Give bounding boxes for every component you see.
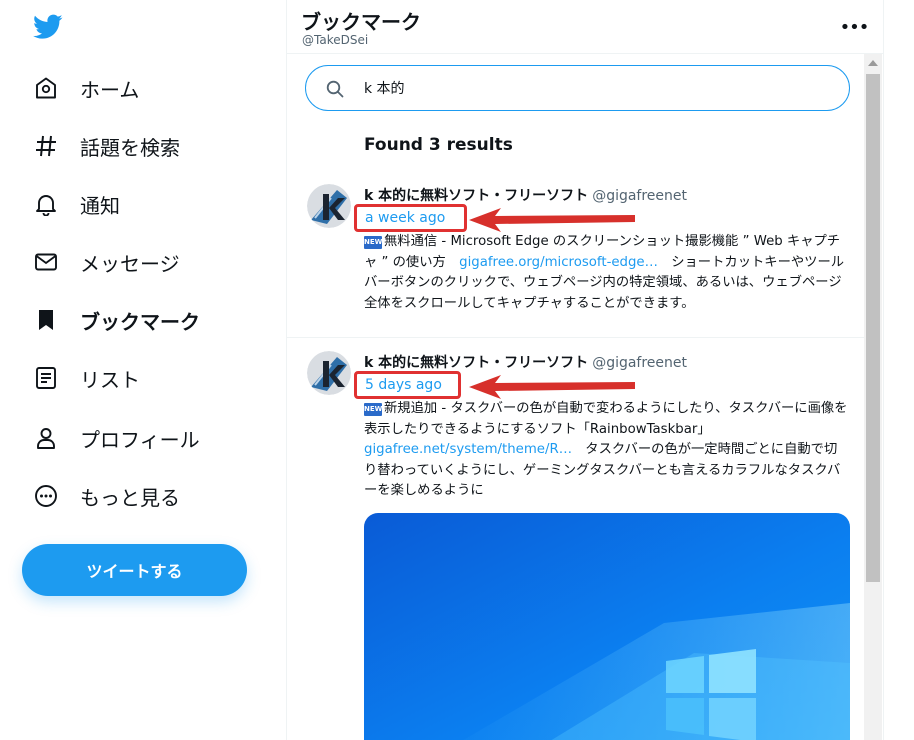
tweet-link[interactable]: gigafree.net/system/theme/R… [364,442,572,457]
search-input[interactable] [364,76,824,100]
author-handle[interactable]: @gigafreenet [592,188,687,204]
scroll-thumb[interactable] [866,74,880,582]
sidebar-item-home[interactable]: ホーム [33,68,139,108]
sidebar-item-messages[interactable]: メッセージ [33,242,180,282]
sidebar: ホーム 話題を検索 通知 メッセージ ブックマーク リスト プロフィール もっと… [0,0,286,740]
tweet-timestamp[interactable]: a week ago [354,204,467,232]
results-count: Found 3 results [364,135,513,155]
page-header: ブックマーク @TakeDSei ••• [287,0,883,54]
new-badge-icon: NEW [364,403,382,416]
bookmarks-timeline: ブックマーク @TakeDSei ••• Found 3 results k 本… [286,0,884,740]
tweet-card[interactable]: k 本的に無料ソフト・フリーソフト @gigafreenet a week ago… [287,172,867,338]
sidebar-item-profile[interactable]: プロフィール [33,418,200,458]
new-badge-icon: NEW [364,236,382,249]
list-icon [33,365,59,391]
sidebar-item-label: ホーム [80,77,140,102]
tweet-header: k 本的に無料ソフト・フリーソフト @gigafreenet [364,352,687,372]
tweet-text-part: 新規追加 - タスクバーの色が自動で変わるようにしたり、タスクバーに画像を表示し… [364,401,848,437]
tweet-card[interactable]: k 本的に無料ソフト・フリーソフト @gigafreenet 5 days ago… [287,339,867,740]
more-dots-icon: ••• [839,16,870,38]
avatar[interactable] [307,184,351,228]
bookmark-search-box[interactable] [305,65,850,111]
envelope-icon [33,249,59,275]
person-icon [33,425,59,451]
tweet-media-image[interactable] [364,513,850,740]
tweet-link[interactable]: gigafree.org/microsoft-edge… [459,255,658,270]
more-options-button[interactable]: ••• [839,14,870,40]
search-icon [326,80,344,98]
more-circle-icon [33,483,59,509]
tweet-header: k 本的に無料ソフト・フリーソフト @gigafreenet [364,185,687,205]
sidebar-item-more[interactable]: もっと見る [33,476,180,516]
author-name[interactable]: k 本的に無料ソフト・フリーソフト [364,355,588,371]
tweet-button[interactable]: ツイートする [22,544,247,596]
author-handle[interactable]: @gigafreenet [592,355,687,371]
sidebar-item-explore[interactable]: 話題を検索 [33,126,180,166]
twitter-logo-icon[interactable] [33,14,63,40]
page-title: ブックマーク [301,10,421,34]
annotation-arrow-icon [469,208,635,232]
avatar[interactable] [307,351,351,395]
tweet-timestamp[interactable]: 5 days ago [354,371,461,399]
user-handle: @TakeDSei [302,33,369,47]
bell-icon [33,191,59,217]
sidebar-item-label: リスト [80,367,140,392]
sidebar-item-label: メッセージ [80,251,180,276]
tweet-text: NEW 無料通信 - Microsoft Edge のスクリーンショット撮影機能 … [364,232,850,314]
sidebar-item-label: 通知 [80,193,120,218]
sidebar-item-lists[interactable]: リスト [33,358,140,398]
annotation-arrow-icon [469,375,635,399]
home-icon [33,75,59,101]
sidebar-item-label: ブックマーク [80,309,200,334]
sidebar-item-label: 話題を検索 [80,135,180,160]
scroll-up-arrow-icon[interactable] [868,60,878,66]
bookmark-icon [33,307,59,333]
tweet-text: NEW 新規追加 - タスクバーの色が自動で変わるようにしたり、タスクバーに画像を… [364,399,850,502]
sidebar-item-label: もっと見る [80,485,180,510]
scrollbar[interactable] [864,54,882,740]
hashtag-icon [33,133,59,159]
sidebar-item-bookmarks[interactable]: ブックマーク [33,300,200,340]
sidebar-item-label: プロフィール [80,427,200,452]
sidebar-item-notifications[interactable]: 通知 [33,184,120,224]
author-name[interactable]: k 本的に無料ソフト・フリーソフト [364,188,588,204]
